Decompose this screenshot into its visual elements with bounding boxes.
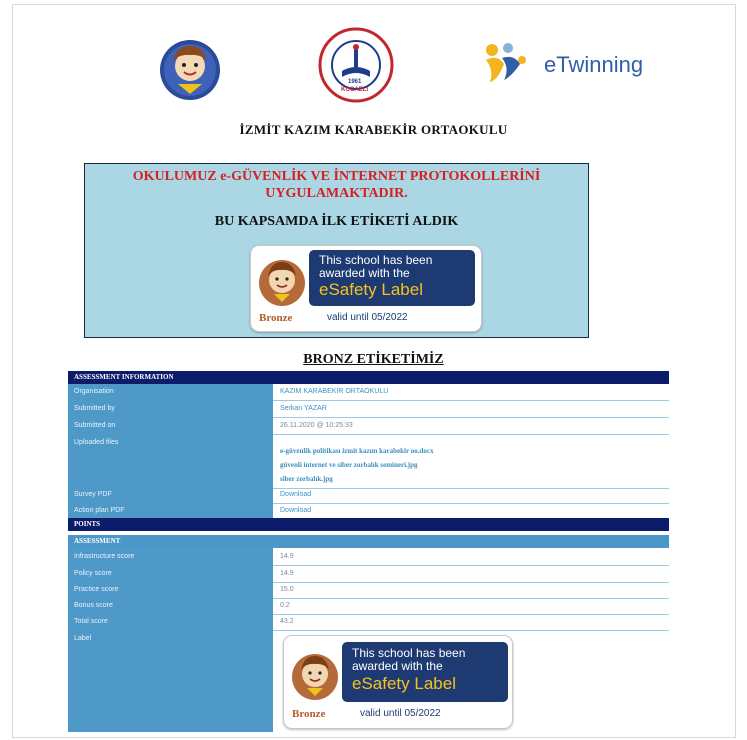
assessment-header: ASSESSMENT — [68, 535, 669, 548]
label-label: Label — [74, 635, 92, 642]
seal-city: KOCAELİ — [341, 87, 368, 93]
seal-year: 1961 — [348, 79, 362, 85]
action-plan-label: Action plan PDF — [74, 507, 125, 514]
announcement-red-text: OKULUMUZ e-GÜVENLİK VE İNTERNET PROTOKOL… — [85, 168, 588, 202]
score-label: Total score — [74, 618, 108, 625]
school-seal-logo: 1961 KOCAELİ — [318, 27, 394, 103]
score-label: Policy score — [74, 570, 112, 577]
row-divider — [273, 565, 669, 566]
badge-label: eSafety Label — [319, 280, 423, 299]
submitted-by-value: Serkan YAZAR — [280, 405, 327, 412]
badge-face-icon — [259, 260, 305, 306]
row-divider — [273, 630, 669, 631]
points-header: POINTS — [68, 518, 669, 531]
row-divider — [273, 417, 669, 418]
row-divider — [273, 488, 669, 489]
row-divider — [273, 598, 669, 599]
score-label: Bonus score — [74, 602, 113, 609]
badge-face-icon — [292, 654, 338, 700]
badge-text-line2: awarded with the — [319, 266, 410, 280]
badge-text: This school has been awarded with the — [319, 254, 432, 280]
announcement-line2: UYGULAMAKTADIR. — [265, 186, 408, 201]
esafety-badge: This school has been awarded with the eS… — [250, 245, 482, 332]
organisation-label: Organisation — [74, 388, 114, 395]
badge-level: Bronze — [292, 708, 326, 720]
badge-label: eSafety Label — [352, 674, 456, 693]
esafety-badge-report: This school has been awarded with the eS… — [283, 635, 513, 729]
announcement-line3: BU KAPSAMDA İLK ETİKETİ ALDIK — [214, 214, 459, 229]
score-value: 14.9 — [280, 553, 294, 560]
uploaded-file-link[interactable]: e-güvenlik politikası izmit kazım karabe… — [280, 447, 434, 455]
row-divider — [273, 614, 669, 615]
uploaded-files-label: Uploaded files — [74, 439, 119, 446]
assessment-report: ASSESSMENT INFORMATION Organisation KAZI… — [68, 371, 669, 732]
survey-pdf-label: Survey PDF — [74, 491, 112, 498]
badge-text: This school has been awarded with the — [352, 647, 465, 673]
action-plan-download-link[interactable]: Download — [280, 507, 311, 514]
announcement-box: OKULUMUZ e-GÜVENLİK VE İNTERNET PROTOKOL… — [84, 163, 589, 338]
score-value: 0.2 — [280, 602, 290, 609]
announcement-line1: OKULUMUZ e-GÜVENLİK VE İNTERNET PROTOKOL… — [132, 169, 541, 184]
assessment-info-header: ASSESSMENT INFORMATION — [68, 371, 669, 384]
uploaded-file-link[interactable]: siber zorbalık.jpg — [280, 475, 333, 483]
row-divider — [273, 434, 669, 435]
row-divider — [273, 582, 669, 583]
bronz-title: BRONZ ETİKETİMİZ — [303, 352, 444, 367]
row-divider — [273, 503, 669, 504]
score-label: Infrastructure score — [74, 553, 135, 560]
row-divider — [273, 400, 669, 401]
submitted-on-value: 26.11.2020 @ 10:25:33 — [280, 422, 353, 429]
organisation-value: KAZIM KARABEKİR ORTAOKULU — [280, 388, 389, 395]
esafety-kid-logo — [158, 38, 222, 102]
score-value: 14.9 — [280, 570, 294, 577]
score-value: 43.2 — [280, 618, 294, 625]
submitted-on-label: Submitted on — [74, 422, 116, 429]
uploaded-file-link[interactable]: güvenli internet ve siber zorbalık semin… — [280, 461, 418, 469]
etwinning-logo: eTwinning — [478, 40, 653, 86]
survey-pdf-download-link[interactable]: Download — [280, 491, 311, 498]
score-label: Practice score — [74, 586, 119, 593]
badge-text-line2: awarded with the — [352, 659, 443, 673]
badge-valid: valid until 05/2022 — [360, 708, 441, 719]
school-name: İZMİT KAZIM KARABEKİR ORTAOKULU — [239, 122, 508, 137]
submitted-by-label: Submitted by — [74, 405, 115, 412]
badge-valid: valid until 05/2022 — [327, 312, 408, 323]
score-value: 15.0 — [280, 586, 294, 593]
badge-level: Bronze — [259, 312, 293, 324]
etwinning-text: eTwinning — [544, 52, 644, 77]
